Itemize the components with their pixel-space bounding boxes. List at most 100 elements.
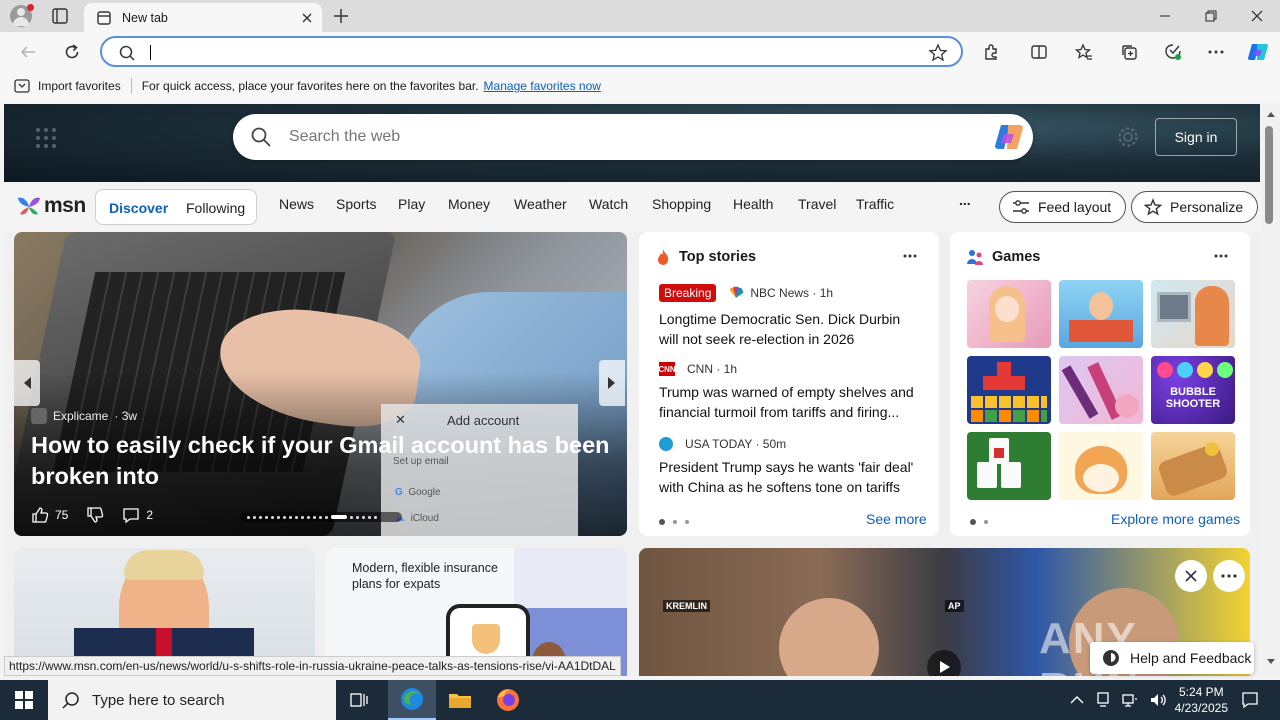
minimize-button[interactable] (1142, 0, 1188, 32)
help-feedback-label: Help and Feedback (1130, 650, 1252, 666)
import-favorites-button[interactable]: Import favorites (14, 78, 121, 94)
nav-weather[interactable]: Weather (514, 196, 567, 212)
story-1-title[interactable]: Longtime Democratic Sen. Dick Durbin wil… (659, 309, 921, 349)
games-header: Games (966, 248, 1040, 266)
restore-button[interactable] (1188, 0, 1234, 32)
nav-sports[interactable]: Sports (336, 196, 376, 212)
taskbar-search-box[interactable]: Type here to search (48, 680, 336, 720)
browser-essentials-icon[interactable] (1155, 32, 1191, 72)
personalize-label: Personalize (1170, 199, 1244, 215)
back-button[interactable] (10, 32, 46, 72)
collections-icon[interactable] (1111, 32, 1147, 72)
nav-travel[interactable]: Travel (798, 196, 836, 212)
carousel-next-button[interactable] (599, 360, 625, 406)
sign-in-button[interactable]: Sign in (1155, 118, 1237, 156)
page-scrollbar[interactable] (1262, 104, 1280, 676)
games-more-icon[interactable] (1214, 254, 1228, 258)
nav-money[interactable]: Money (448, 196, 490, 212)
game-tile-mahjong[interactable] (967, 432, 1051, 500)
taskbar-search-placeholder: Type here to search (92, 691, 225, 709)
top-stories-pager[interactable] (659, 519, 689, 525)
top-stories-card: Top stories Breaking NBC News · 1h Longt… (639, 232, 939, 536)
taskbar-file-explorer-button[interactable] (438, 680, 482, 720)
favorite-star-icon[interactable] (928, 43, 948, 63)
tab-actions-icon[interactable] (50, 6, 70, 26)
carousel-pager[interactable] (240, 512, 402, 522)
personalize-button[interactable]: Personalize (1131, 191, 1259, 223)
dislike-icon[interactable] (86, 506, 104, 524)
top-stories-more-icon[interactable] (903, 254, 917, 258)
address-bar[interactable] (100, 36, 963, 67)
new-tab-plus-icon[interactable] (332, 7, 350, 25)
tab-discover[interactable]: Discover (109, 200, 168, 216)
refresh-button[interactable] (54, 32, 90, 72)
taskbar-clock[interactable]: 5:24 PM 4/23/2025 (1175, 684, 1228, 716)
notification-icon (1242, 692, 1258, 709)
volume-icon[interactable] (1150, 692, 1168, 708)
game-tile-wood-puzzle[interactable] (1151, 432, 1235, 500)
story-2-title[interactable]: Trump was warned of empty shelves and fi… (659, 382, 921, 422)
split-screen-icon[interactable] (1021, 32, 1057, 72)
manage-favorites-link[interactable]: Manage favorites now (484, 79, 601, 93)
copilot-search-icon[interactable] (993, 122, 1025, 152)
nav-more-button[interactable]: ... (959, 192, 971, 208)
see-more-link[interactable]: See more (866, 511, 927, 527)
nav-health[interactable]: Health (733, 196, 773, 212)
game-tile-blocks[interactable] (967, 356, 1051, 424)
game-tile-bubble-shooter[interactable]: BUBBLE SHOOTER (1151, 356, 1235, 424)
tab-new-tab[interactable]: New tab (84, 3, 322, 32)
hero-carousel-card[interactable]: ✕ Add account Set up email G Google ☁ iC… (14, 232, 627, 536)
start-button[interactable] (0, 680, 48, 720)
tab-following[interactable]: Following (186, 200, 245, 216)
nav-shopping[interactable]: Shopping (652, 196, 711, 212)
settings-gear-icon[interactable] (1117, 126, 1139, 148)
story-3-title[interactable]: President Trump says he wants 'fair deal… (659, 457, 921, 497)
game-tile-makeup[interactable] (1059, 356, 1143, 424)
browser-toolbar (0, 32, 1280, 72)
close-tab-icon[interactable] (300, 11, 314, 25)
web-search-box[interactable]: Search the web (233, 114, 1033, 160)
game-tile-shiba[interactable] (1059, 432, 1143, 500)
dismiss-card-button[interactable] (1175, 560, 1207, 592)
network-icon[interactable] (1122, 693, 1138, 707)
breaking-badge: Breaking (659, 284, 717, 302)
nav-traffic[interactable]: Traffic (856, 196, 894, 212)
explore-more-games-link[interactable]: Explore more games (1111, 511, 1240, 527)
scroll-up-arrow-icon[interactable] (1266, 110, 1276, 118)
hero-reactions: 75 2 (31, 506, 153, 524)
taskbar-edge-button[interactable] (388, 680, 436, 720)
video-play-button[interactable] (927, 650, 961, 676)
apps-grid-icon[interactable] (34, 126, 58, 150)
extensions-icon[interactable] (973, 32, 1009, 72)
msn-nav-row: msn Discover Following News Sports Play … (4, 182, 1260, 232)
scroll-down-arrow-icon[interactable] (1266, 658, 1276, 666)
card-more-button[interactable] (1213, 560, 1245, 592)
copilot-icon[interactable] (1240, 32, 1276, 72)
scrollbar-thumb[interactable] (1265, 126, 1273, 224)
help-feedback-button[interactable]: Help and Feedback (1090, 642, 1254, 674)
taskbar-search-icon (62, 692, 79, 709)
game-tile-hotel[interactable] (1059, 280, 1143, 348)
story-1-source: Breaking NBC News · 1h (659, 284, 833, 302)
close-window-button[interactable] (1234, 0, 1280, 32)
feed-layout-button[interactable]: Feed layout (999, 191, 1127, 223)
taskbar-firefox-button[interactable] (486, 680, 530, 720)
more-options-icon[interactable] (1198, 32, 1234, 72)
favorites-icon[interactable] (1066, 32, 1102, 72)
nav-play[interactable]: Play (398, 196, 425, 212)
like-icon[interactable] (31, 506, 49, 524)
carousel-prev-button[interactable] (14, 360, 40, 406)
task-view-button[interactable] (340, 680, 380, 720)
nav-watch[interactable]: Watch (589, 196, 628, 212)
hero-headline[interactable]: How to easily check if your Gmail accoun… (31, 430, 621, 492)
games-pager[interactable] (970, 519, 988, 525)
profile-avatar[interactable] (10, 4, 34, 27)
nav-news[interactable]: News (279, 196, 314, 212)
notifications-button[interactable] (1230, 680, 1270, 720)
comment-icon[interactable] (122, 506, 140, 524)
tray-device-icon[interactable] (1096, 692, 1110, 708)
game-tile-doctor[interactable] (1151, 280, 1235, 348)
msn-logo[interactable]: msn (16, 194, 86, 218)
tray-overflow-chevron-icon[interactable] (1070, 695, 1084, 705)
game-tile-dressup[interactable] (967, 280, 1051, 348)
